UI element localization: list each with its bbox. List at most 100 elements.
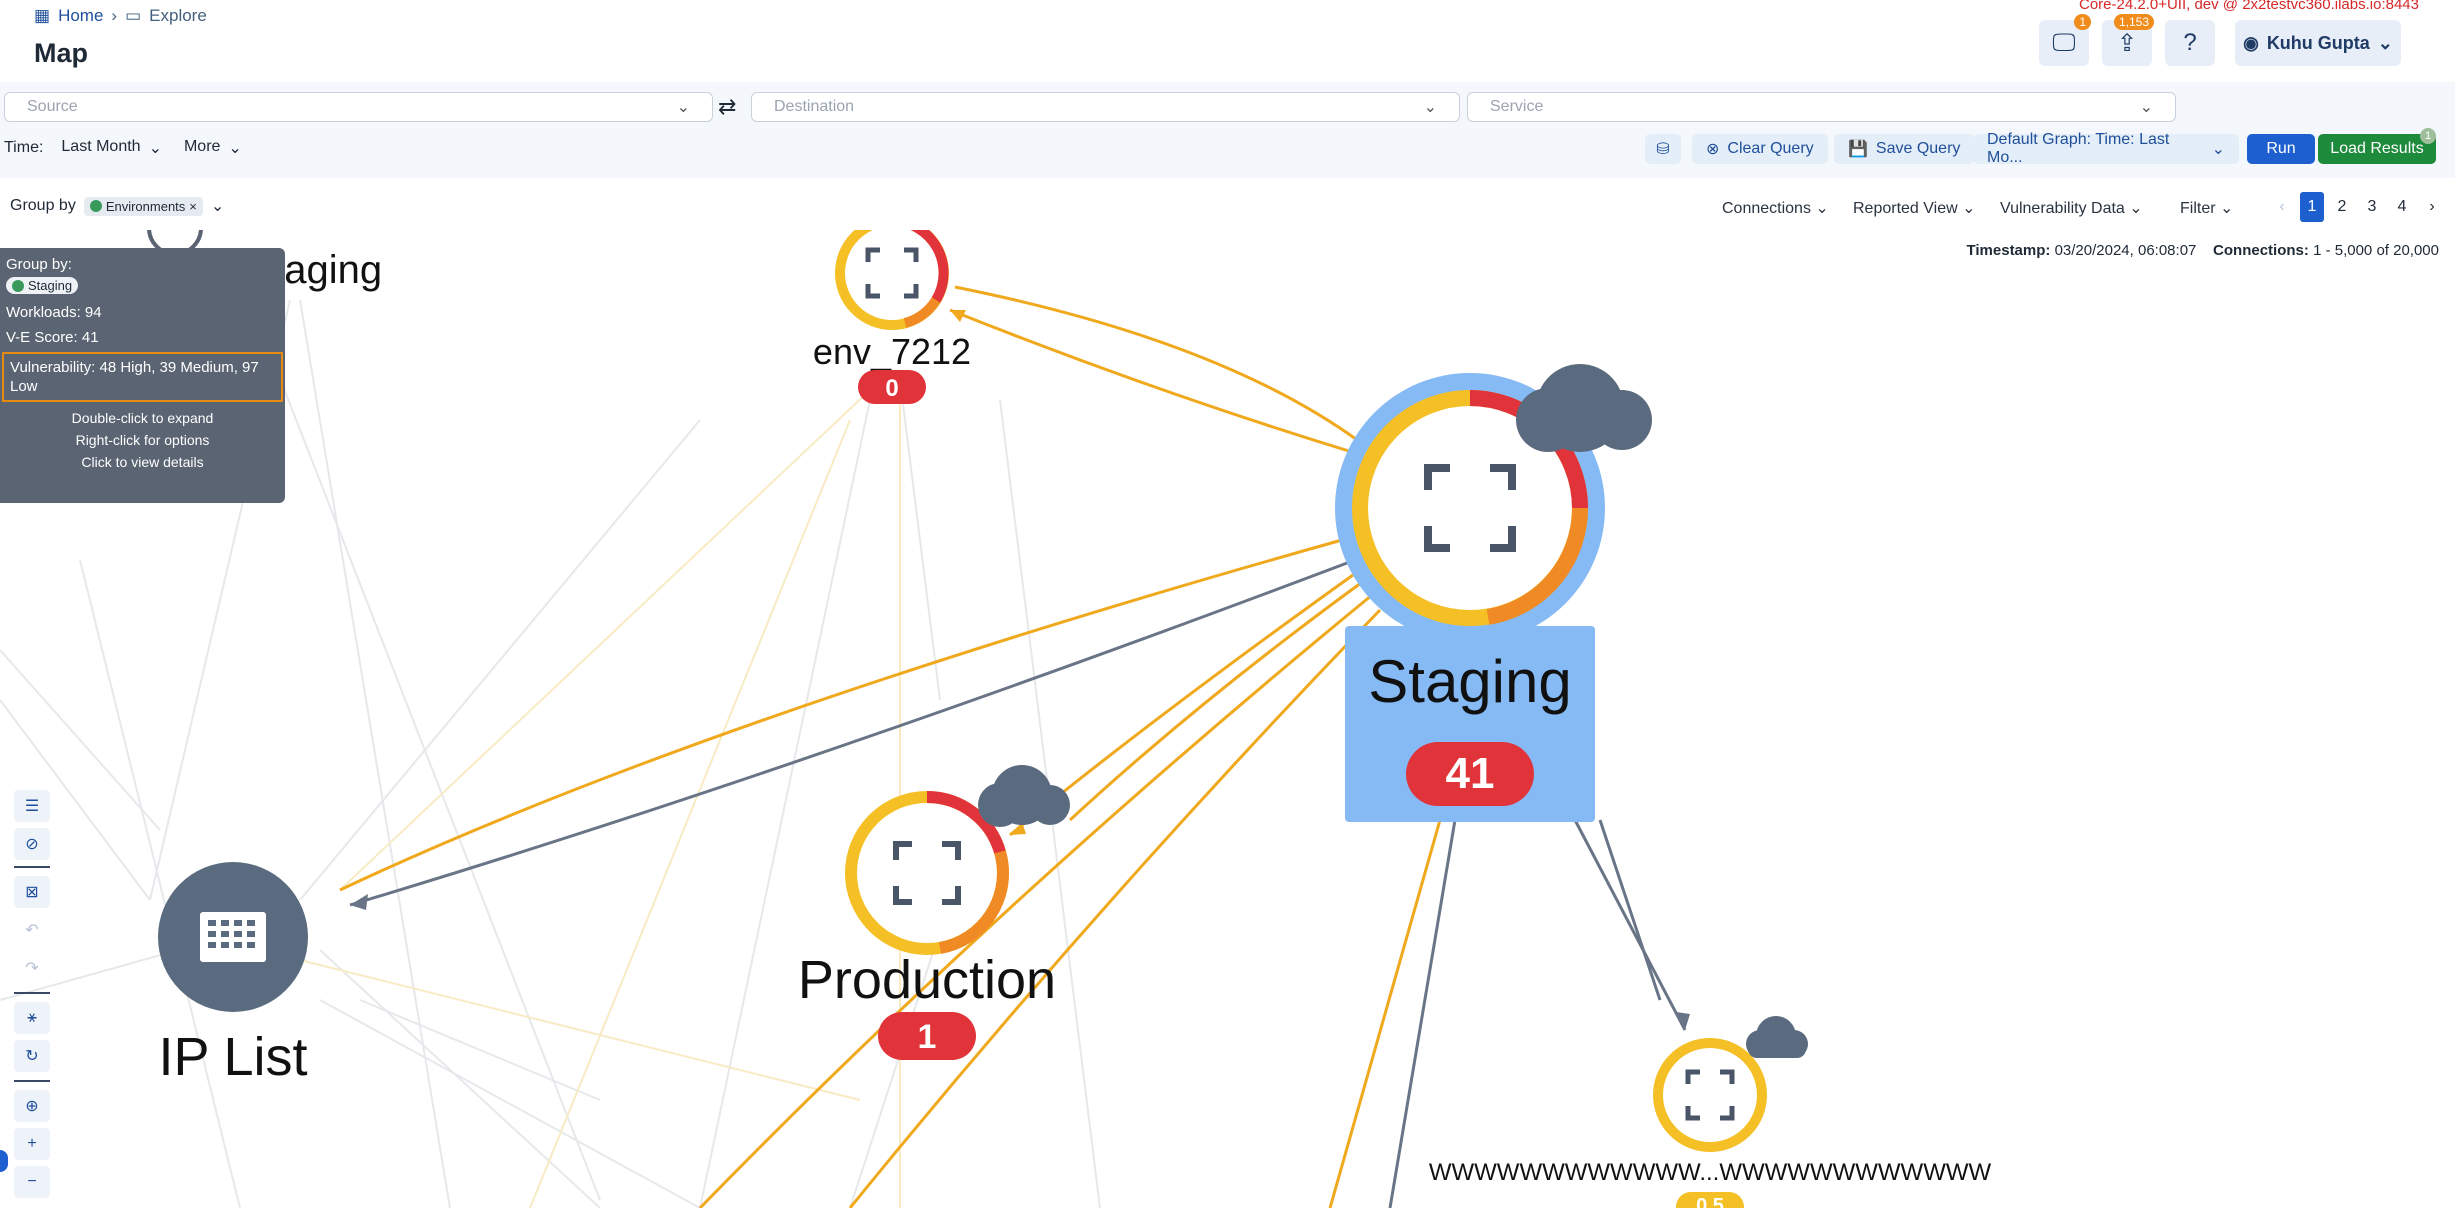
upload-button[interactable]: ⇪ 1,153 — [2102, 14, 2154, 66]
page-2[interactable]: 2 — [2330, 192, 2354, 222]
chevron-down-icon: ⌄ — [2129, 200, 2143, 217]
more-label: More — [183, 138, 221, 155]
chevron-down-icon: ⌄ — [1423, 99, 1437, 116]
wwww-score: 0.5 — [1696, 1195, 1724, 1208]
next-page-icon[interactable]: › — [2420, 192, 2444, 222]
staging-node[interactable]: Staging 41 — [1335, 364, 1652, 822]
source-select[interactable]: Source ⌄ — [4, 92, 713, 122]
cloud-icon — [978, 765, 1070, 827]
database-button[interactable]: ⛁ — [1645, 134, 1681, 164]
list-view-button[interactable]: ☰ — [14, 790, 50, 822]
page-4[interactable]: 4 — [2390, 192, 2414, 222]
time-label: Time: — [4, 139, 44, 156]
version-text: Core-24.2.0+UII, dev @ 2x2testvc360.ilab… — [2078, 0, 2419, 13]
zoom-fit-icon: ⊕ — [25, 1098, 39, 1115]
chevron-down-icon: ⌄ — [228, 140, 242, 157]
user-menu-button[interactable]: ◉ Kuhu Gupta ⌄ — [2235, 20, 2401, 66]
reported-view-dropdown[interactable]: Reported View ⌄ — [1853, 198, 1976, 218]
zoom-out-button[interactable]: − — [14, 1166, 50, 1198]
group-by-label: Group by — [10, 197, 76, 214]
source-placeholder: Source — [27, 98, 78, 115]
service-select[interactable]: Service ⌄ — [1467, 92, 2176, 122]
reset-button[interactable]: ↻ — [14, 1040, 50, 1072]
ip-list-node[interactable]: IP List — [158, 862, 308, 1087]
more-dropdown[interactable]: More ⌄ — [184, 138, 242, 158]
chevron-down-icon: ⌄ — [2139, 99, 2153, 116]
default-graph-label: Default Graph: Time: Last Mo... — [1987, 131, 2170, 166]
undo-button[interactable]: ↶ — [14, 914, 50, 946]
connections-label: Connections — [1722, 200, 1811, 217]
pagination: ‹ 1 2 3 4 › — [2270, 192, 2444, 222]
swap-icon[interactable]: ⇄ — [718, 94, 736, 120]
destination-placeholder: Destination — [774, 98, 855, 115]
save-query-button[interactable]: 💾 Save Query — [1834, 134, 1975, 164]
help-icon: ? — [2183, 29, 2197, 56]
database-icon: ⛁ — [1656, 141, 1670, 158]
zoom-fit-button[interactable]: ⊕ — [14, 1090, 50, 1122]
destination-select[interactable]: Destination ⌄ — [751, 92, 1460, 122]
breadcrumb-explore[interactable]: Explore — [149, 6, 207, 26]
redo-icon: ↷ — [25, 960, 39, 977]
breadcrumb-home[interactable]: Home — [58, 6, 103, 26]
service-placeholder: Service — [1490, 98, 1544, 115]
time-dropdown[interactable]: Last Month ⌄ — [61, 138, 162, 158]
clear-query-button[interactable]: ⊗ Clear Query — [1692, 134, 1828, 164]
cloud-icon — [1746, 1016, 1808, 1058]
close-icon[interactable]: × — [189, 199, 197, 214]
production-score: 1 — [918, 1018, 937, 1056]
time-row: Time: Last Month ⌄ More ⌄ — [4, 138, 242, 158]
env-7212-node[interactable]: env_7212 0 — [813, 230, 971, 404]
eye-off-icon: ⊘ — [25, 836, 39, 853]
monitor-button[interactable]: 🖵 1 — [2039, 14, 2091, 66]
wwww-node[interactable]: WWWWWWWWWWWW...WWWWWWWWWWWW 0.5 — [1429, 1016, 1992, 1208]
filter-label: Filter — [2180, 200, 2216, 217]
layout-button[interactable]: ⚹ — [14, 1002, 50, 1034]
list-icon: ☰ — [24, 798, 40, 815]
page-title: Map — [34, 38, 88, 68]
environment-icon — [89, 200, 102, 212]
page-3[interactable]: 3 — [2360, 192, 2384, 222]
group-by-chip-label: Environments — [105, 198, 186, 214]
graph-canvas[interactable]: testStaging env_7212 0 Staging 41 — [0, 230, 2455, 1208]
time-value: Last Month — [61, 138, 141, 155]
production-label: Production — [798, 950, 1056, 1010]
run-button[interactable]: Run — [2247, 134, 2315, 164]
redo-button[interactable]: ↷ — [14, 952, 50, 984]
chevron-down-icon: ⌄ — [2220, 200, 2234, 217]
environment-icon — [12, 279, 24, 292]
production-node[interactable]: Production 1 — [798, 765, 1070, 1060]
env-7212-label: env_7212 — [813, 331, 971, 372]
prev-page-icon[interactable]: ‹ — [2270, 192, 2294, 222]
load-results-button[interactable]: Load Results — [2318, 134, 2436, 164]
tooltip-group-chip: Staging — [6, 277, 79, 294]
hide-button[interactable]: ⊘ — [14, 828, 50, 860]
breadcrumb: ▦ Home › ▭ Explore — [34, 6, 207, 26]
save-icon: 💾 — [1848, 141, 1868, 158]
filter-dropdown[interactable]: Filter ⌄ — [2180, 198, 2233, 218]
group-by-chip[interactable]: Environments × — [83, 196, 203, 216]
grid-icon: ▦ — [34, 6, 51, 25]
page-1[interactable]: 1 — [2300, 192, 2324, 222]
user-name: Kuhu Gupta — [2266, 32, 2370, 53]
fit-icon: ⊠ — [25, 884, 39, 901]
tooltip-vulnerability: Vulnerability: 48 High, 39 Medium, 97 Lo… — [2, 351, 283, 402]
toolbar-divider — [14, 866, 50, 868]
connections-dropdown[interactable]: Connections ⌄ — [1722, 198, 1829, 218]
layout-icon: ⚹ — [27, 1009, 37, 1026]
chevron-down-icon: ⌄ — [676, 99, 690, 116]
user-icon: ◉ — [2243, 32, 2259, 53]
save-query-label: Save Query — [1875, 140, 1961, 157]
staging-score: 41 — [1446, 749, 1495, 798]
default-graph-select[interactable]: Default Graph: Time: Last Mo... ⌄ — [1973, 131, 2239, 166]
help-button[interactable]: ? — [2165, 20, 2215, 66]
chevron-down-icon[interactable]: ⌄ — [211, 196, 224, 216]
zoom-in-button[interactable]: + — [14, 1128, 50, 1160]
group-by: Group by Environments × ⌄ — [10, 196, 224, 216]
fit-button[interactable]: ⊠ — [14, 876, 50, 908]
folder-icon: ▭ — [125, 6, 142, 25]
tooltip-workloads: Workloads: 94 — [6, 303, 102, 321]
vulnerability-data-dropdown[interactable]: Vulnerability Data ⌄ — [2000, 198, 2143, 218]
env-7212-score: 0 — [885, 375, 898, 402]
tooltip-hint-details: Click to view details — [81, 453, 204, 470]
tooltip-hint-expand: Double-click to expand — [71, 409, 214, 426]
